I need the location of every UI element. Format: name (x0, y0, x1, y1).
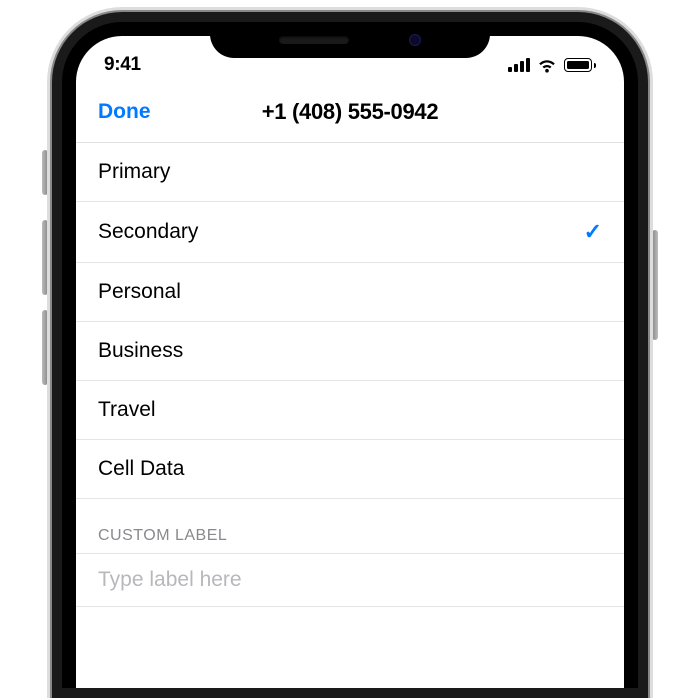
side-button-silent (42, 150, 48, 195)
label-option[interactable]: Business (76, 322, 624, 381)
battery-icon (564, 58, 596, 72)
status-icons (508, 58, 596, 73)
device-camera (409, 34, 421, 46)
label-option[interactable]: Primary (76, 143, 624, 202)
side-button-power (652, 230, 658, 340)
nav-header: Done +1 (408) 555-0942 (76, 86, 624, 143)
custom-label-input[interactable] (98, 568, 602, 592)
label-option[interactable]: Cell Data (76, 440, 624, 499)
side-button-volume-down (42, 310, 48, 385)
nav-title: +1 (408) 555-0942 (262, 99, 439, 125)
screen: 9:41 Done (76, 36, 624, 688)
label-option-text: Personal (98, 280, 181, 304)
label-option[interactable]: Travel (76, 381, 624, 440)
done-button[interactable]: Done (98, 100, 151, 124)
label-option[interactable]: Personal (76, 263, 624, 322)
custom-label-row[interactable] (76, 553, 624, 607)
label-option[interactable]: Secondary ✓ (76, 202, 624, 263)
label-list: Primary Secondary ✓ Personal Business Travel C… (76, 143, 624, 499)
side-button-volume-up (42, 220, 48, 295)
label-option-text: Secondary (98, 220, 198, 244)
label-option-text: Travel (98, 398, 156, 422)
device-frame: 9:41 Done (52, 12, 648, 698)
cellular-signal-icon (508, 58, 530, 72)
custom-label-header: CUSTOM LABEL (76, 499, 624, 553)
label-option-text: Cell Data (98, 457, 184, 481)
device-speaker (279, 36, 349, 44)
device-inner: 9:41 Done (62, 22, 638, 688)
wifi-icon (537, 58, 557, 73)
checkmark-icon: ✓ (584, 219, 602, 245)
label-option-text: Primary (98, 160, 170, 184)
device-notch (210, 22, 490, 58)
label-option-text: Business (98, 339, 183, 363)
status-time: 9:41 (104, 54, 141, 76)
